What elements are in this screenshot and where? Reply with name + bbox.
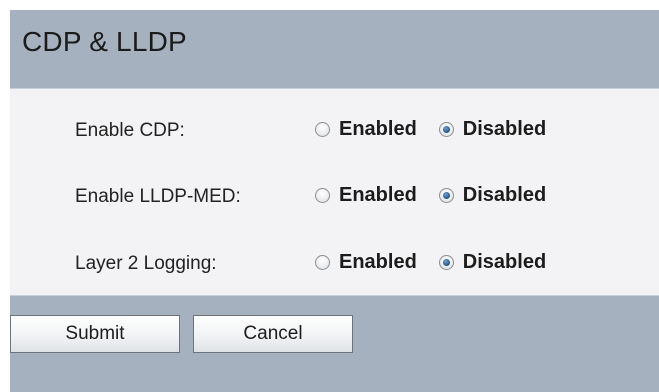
- radio-label-disabled: Disabled: [462, 184, 547, 206]
- setting-row-enable-cdp: Enable CDP: Enabled Disabled: [10, 116, 659, 146]
- enable-cdp-enabled-radio[interactable]: Enabled: [315, 118, 417, 141]
- radio-checked-icon[interactable]: [438, 122, 454, 137]
- radio-label-disabled: Disabled: [462, 251, 547, 273]
- radio-label-enabled: Enabled: [339, 251, 417, 273]
- enable-lldp-med-label: Enable LLDP-MED:: [75, 186, 241, 207]
- radio-label-enabled: Enabled: [339, 184, 417, 206]
- enable-cdp-radio-group: Enabled Disabled: [315, 118, 568, 141]
- enable-lldp-med-radio-group: Enabled Disabled: [315, 184, 568, 207]
- layer-2-logging-disabled-radio[interactable]: Disabled: [438, 251, 547, 274]
- enable-cdp-label: Enable CDP:: [75, 120, 185, 141]
- page-title: CDP & LLDP: [22, 26, 187, 57]
- cdp-lldp-panel: CDP & LLDP Enable CDP: Enabled Disabled …: [10, 10, 659, 392]
- radio-checked-icon[interactable]: [438, 188, 454, 203]
- layer-2-logging-enabled-radio[interactable]: Enabled: [315, 251, 417, 274]
- cancel-button[interactable]: Cancel: [193, 315, 353, 353]
- radio-unchecked-icon[interactable]: [315, 255, 330, 270]
- radio-unchecked-icon[interactable]: [315, 122, 330, 137]
- enable-lldp-med-disabled-radio[interactable]: Disabled: [438, 184, 547, 207]
- setting-row-enable-lldp-med: Enable LLDP-MED: Enabled Disabled: [10, 182, 659, 212]
- radio-unchecked-icon[interactable]: [315, 188, 330, 203]
- submit-button[interactable]: Submit: [10, 315, 180, 353]
- enable-lldp-med-enabled-radio[interactable]: Enabled: [315, 184, 417, 207]
- radio-checked-icon[interactable]: [438, 255, 454, 270]
- layer-2-logging-label: Layer 2 Logging:: [75, 253, 217, 274]
- settings-box: Enable CDP: Enabled Disabled Enable LLDP…: [10, 88, 659, 296]
- radio-label-disabled: Disabled: [462, 118, 547, 140]
- setting-row-layer-2-logging: Layer 2 Logging: Enabled Disabled: [10, 249, 659, 279]
- radio-label-enabled: Enabled: [339, 118, 417, 140]
- layer-2-logging-radio-group: Enabled Disabled: [315, 251, 568, 274]
- enable-cdp-disabled-radio[interactable]: Disabled: [438, 118, 547, 141]
